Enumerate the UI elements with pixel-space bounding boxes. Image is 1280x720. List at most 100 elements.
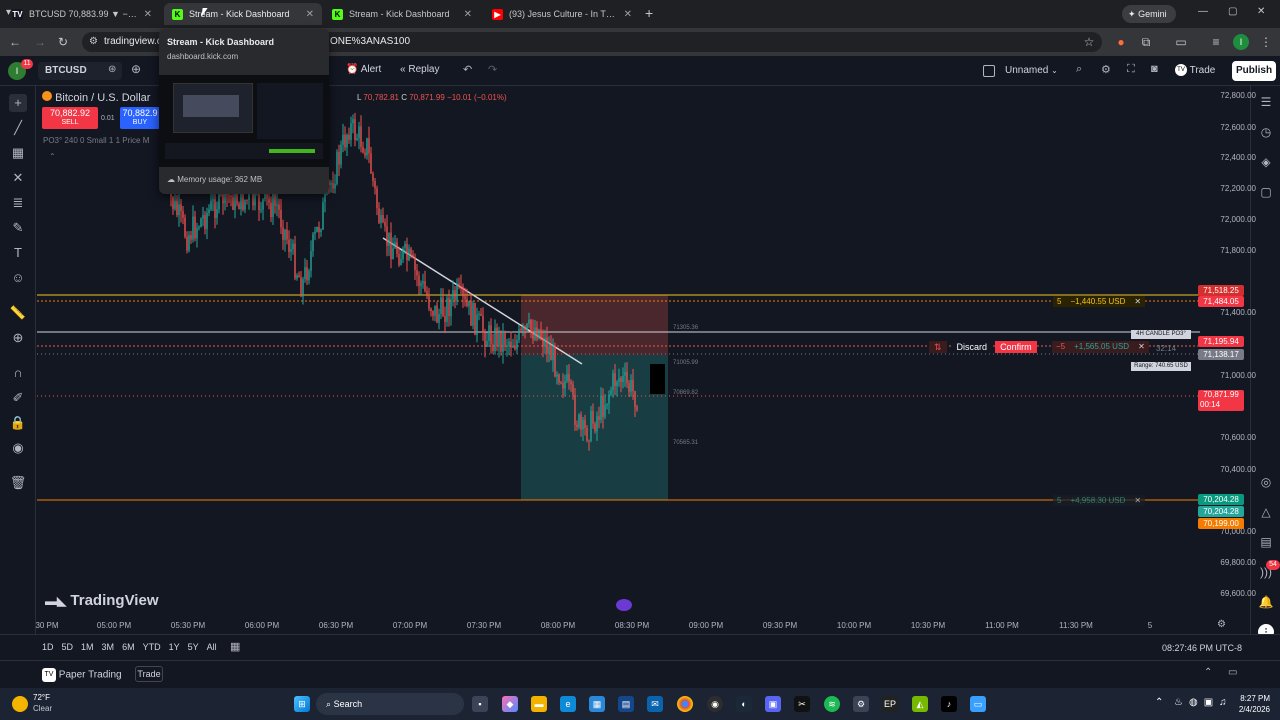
terminal-icon[interactable]: ▤ xyxy=(618,696,634,712)
calendar-icon[interactable]: ▤ xyxy=(1258,534,1274,550)
eye-icon[interactable]: ◉ xyxy=(9,439,27,457)
magnet-icon[interactable]: ∩ xyxy=(9,364,27,382)
tray-chevron-icon[interactable]: ⌃ xyxy=(1155,697,1163,708)
order-upper[interactable]: 5 −1,440.55 USD ✕ xyxy=(1053,296,1146,307)
camera-icon[interactable]: ◙ xyxy=(1151,63,1158,75)
range-1m[interactable]: 1M xyxy=(81,642,94,652)
sell-button[interactable]: 70,882.92 SELL xyxy=(42,107,98,129)
lock-draw-icon[interactable]: ✐ xyxy=(9,389,27,407)
collapse-legend-icon[interactable]: ⌃ xyxy=(49,152,56,161)
outlook-icon[interactable]: ✉ xyxy=(647,696,663,712)
more-menu-icon[interactable]: ⋮ xyxy=(1258,34,1274,50)
order-lower[interactable]: 5 +4,958.30 USD ✕ xyxy=(1053,495,1146,506)
emoji-icon[interactable]: ☺ xyxy=(9,269,27,287)
buy-button[interactable]: 70,882.9 BUY xyxy=(120,107,160,129)
ideas-icon[interactable]: △ xyxy=(1258,504,1274,520)
new-tab-button[interactable]: + xyxy=(645,6,659,20)
range-ytd[interactable]: YTD xyxy=(143,642,161,652)
prediction-icon[interactable]: ≣ xyxy=(9,194,27,212)
text-icon[interactable]: T xyxy=(9,244,27,262)
symbol-title[interactable]: Bitcoin / U.S. Dollar xyxy=(55,92,150,104)
site-info-icon[interactable]: ⚙ xyxy=(89,32,98,52)
layout-checkbox[interactable] xyxy=(983,65,995,77)
range-5y[interactable]: 5Y xyxy=(188,642,199,652)
spotify-icon[interactable]: ≋ xyxy=(824,696,840,712)
undo-icon[interactable]: ↶ xyxy=(463,63,472,76)
forward-icon[interactable]: → xyxy=(32,34,48,50)
trash-icon[interactable]: 🗑 xyxy=(9,474,27,492)
crosshair-icon[interactable]: + xyxy=(9,94,27,112)
ruler-icon[interactable]: 📏 xyxy=(9,304,27,322)
extension-icon[interactable]: ● xyxy=(1113,34,1129,50)
profile-avatar[interactable]: I xyxy=(1233,34,1249,50)
pattern-icon[interactable]: ✕ xyxy=(9,169,27,187)
close-icon[interactable]: ✕ xyxy=(144,9,152,20)
range-5d[interactable]: 5D xyxy=(62,642,74,652)
discord-icon[interactable]: ▣ xyxy=(765,696,781,712)
reading-list-icon[interactable]: ≡ xyxy=(1208,34,1224,50)
fullscreen-icon[interactable]: ⛶ xyxy=(1127,63,1135,76)
replay-button[interactable]: « Replay xyxy=(400,64,439,75)
close-icon[interactable]: ✕ xyxy=(1134,341,1149,353)
goto-date-icon[interactable]: ▦ xyxy=(230,640,240,653)
file-explorer-icon[interactable]: ▬ xyxy=(531,696,547,712)
brush-icon[interactable]: ✎ xyxy=(9,219,27,237)
taskbar-search[interactable]: ⌕ Search xyxy=(316,693,464,715)
chrome-icon[interactable] xyxy=(677,696,693,712)
close-icon[interactable]: ✕ xyxy=(624,9,632,20)
chart-clock[interactable]: 08:27:46 PM UTC-8 xyxy=(1150,643,1242,653)
obs-icon[interactable]: ◉ xyxy=(707,696,723,712)
close-icon[interactable]: ✕ xyxy=(464,9,472,20)
range-1y[interactable]: 1Y xyxy=(169,642,180,652)
tiktok-icon[interactable]: ♪ xyxy=(941,696,957,712)
nvidia-icon[interactable]: ◭ xyxy=(912,696,928,712)
edge-icon[interactable]: e xyxy=(560,696,576,712)
settings-icon[interactable]: ⚙ xyxy=(853,696,869,712)
fib-grid-icon[interactable]: ▦ xyxy=(9,144,27,162)
layout-name-dropdown[interactable]: Unnamed ⌄ xyxy=(1005,65,1058,76)
collapse-panel-icon[interactable]: ⌃ xyxy=(1204,667,1212,678)
range-all[interactable]: All xyxy=(207,642,217,652)
publish-button[interactable]: Publish xyxy=(1232,61,1276,81)
gemini-button[interactable]: ✦ Gemini xyxy=(1122,5,1176,23)
trade-button[interactable]: TV Trade xyxy=(1175,62,1223,80)
indicator-legend[interactable]: PO3° 240 0 Small 1 1 Price M xyxy=(43,136,163,145)
tab-tradingview[interactable]: TV BTCUSD 70,883.99 ▼ −2.9% Un ✕ xyxy=(4,3,160,25)
steam-icon[interactable]: ◐ xyxy=(736,696,752,712)
maximize-panel-icon[interactable]: ▭ xyxy=(1228,667,1237,678)
quick-search-icon[interactable]: ⌕ xyxy=(1076,63,1082,76)
maximize-button[interactable]: ▢ xyxy=(1228,6,1237,17)
panel-trade-button[interactable]: Trade xyxy=(135,666,163,682)
bookmark-star-icon[interactable]: ☆ xyxy=(1081,34,1097,50)
replay-marker-icon[interactable] xyxy=(616,599,632,611)
weather-widget[interactable]: 72°F Clear xyxy=(12,692,52,714)
discard-label[interactable]: Discard xyxy=(952,341,992,353)
close-icon[interactable]: ✕ xyxy=(1130,296,1145,307)
target-icon[interactable]: ◎ xyxy=(1258,474,1274,490)
axis-settings-icon[interactable]: ⚙ xyxy=(1217,619,1226,630)
back-icon[interactable]: ← xyxy=(7,34,23,50)
tab-kick-1[interactable]: K Stream - Kick Dashboard ✕ xyxy=(164,3,322,25)
order-mid[interactable]: −5 +1,565.05 USD ✕ xyxy=(1052,341,1149,353)
watchlist-icon[interactable]: ☰ xyxy=(1258,94,1274,110)
trendline-icon[interactable]: ╱ xyxy=(9,119,27,137)
paper-trading-tab[interactable]: TV Paper Trading xyxy=(42,668,122,682)
bell-icon[interactable]: 🔔 xyxy=(1258,594,1274,610)
tab-youtube[interactable]: ▶ (93) Jesus Culture - In The Rive ✕ xyxy=(484,3,640,25)
range-1d[interactable]: 1D xyxy=(42,642,54,652)
tray-icons[interactable]: ♨◍▣♫ xyxy=(1174,697,1233,708)
redo-icon[interactable]: ↷ xyxy=(488,63,497,76)
discard-button[interactable]: ⇅ Discard Confirm xyxy=(929,341,1037,353)
range-3m[interactable]: 3M xyxy=(102,642,115,652)
cast-icon[interactable]: ▭ xyxy=(1173,34,1189,50)
zoom-icon[interactable]: ⊕ xyxy=(9,329,27,347)
alerts-clock-icon[interactable]: ◷ xyxy=(1258,124,1274,140)
windows-start-icon[interactable]: ⊞ xyxy=(294,696,310,712)
add-symbol-icon[interactable]: ⊕ xyxy=(131,62,141,76)
close-window-button[interactable]: ✕ xyxy=(1257,6,1265,17)
range-6m[interactable]: 6M xyxy=(122,642,135,652)
close-icon[interactable]: ✕ xyxy=(1130,495,1145,506)
reload-icon[interactable]: ↻ xyxy=(55,34,71,50)
confirm-label[interactable]: Confirm xyxy=(995,341,1037,353)
copilot-icon[interactable]: ◆ xyxy=(502,696,518,712)
